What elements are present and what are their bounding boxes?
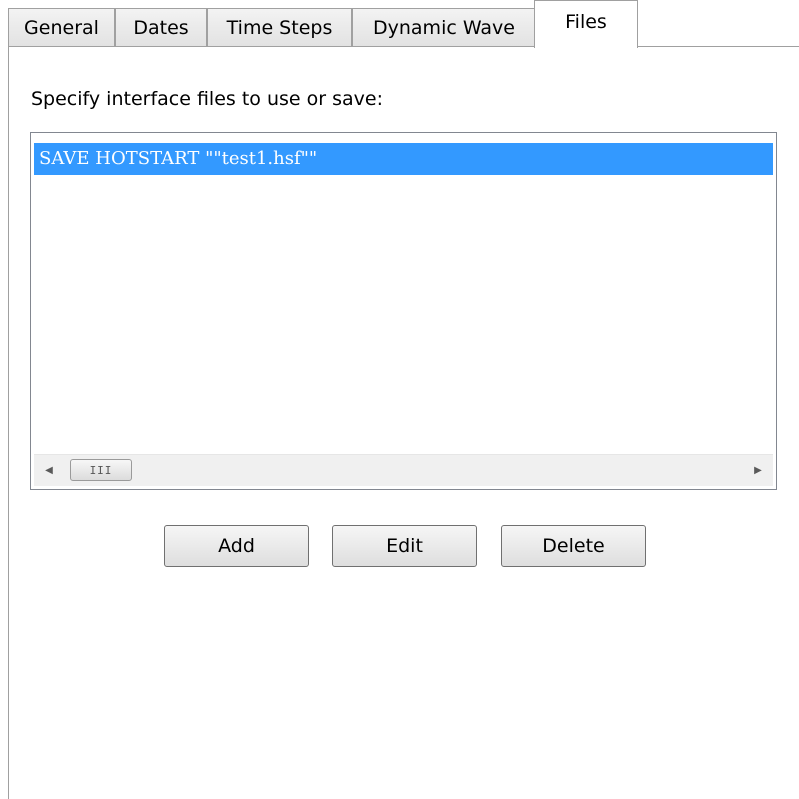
tab-strip: General Dates Time Steps Dynamic Wave Fi… xyxy=(8,0,799,48)
tab-dates[interactable]: Dates xyxy=(115,8,207,46)
tab-general[interactable]: General xyxy=(8,8,115,46)
horizontal-scrollbar[interactable]: ◀ III ▶ xyxy=(34,454,773,486)
interface-files-listbox[interactable]: SAVE HOTSTART ""test1.hsf"" ◀ III ▶ xyxy=(30,132,777,490)
panel-left-border xyxy=(8,46,9,799)
delete-button[interactable]: Delete xyxy=(501,525,646,567)
scroll-right-arrow-icon[interactable]: ▶ xyxy=(743,455,773,485)
list-item[interactable]: SAVE HOTSTART ""test1.hsf"" xyxy=(34,143,773,175)
scroll-left-arrow-icon[interactable]: ◀ xyxy=(34,455,64,485)
edit-button[interactable]: Edit xyxy=(332,525,477,567)
scrollbar-thumb[interactable]: III xyxy=(70,459,132,481)
tab-dynamic-wave[interactable]: Dynamic Wave xyxy=(352,8,536,46)
instruction-label: Specify interface files to use or save: xyxy=(31,88,383,110)
interface-files-page: General Dates Time Steps Dynamic Wave Fi… xyxy=(0,0,799,799)
tab-files[interactable]: Files xyxy=(534,0,638,48)
tab-time-steps[interactable]: Time Steps xyxy=(207,8,352,46)
tab-baseline xyxy=(8,46,799,47)
add-button[interactable]: Add xyxy=(164,525,309,567)
